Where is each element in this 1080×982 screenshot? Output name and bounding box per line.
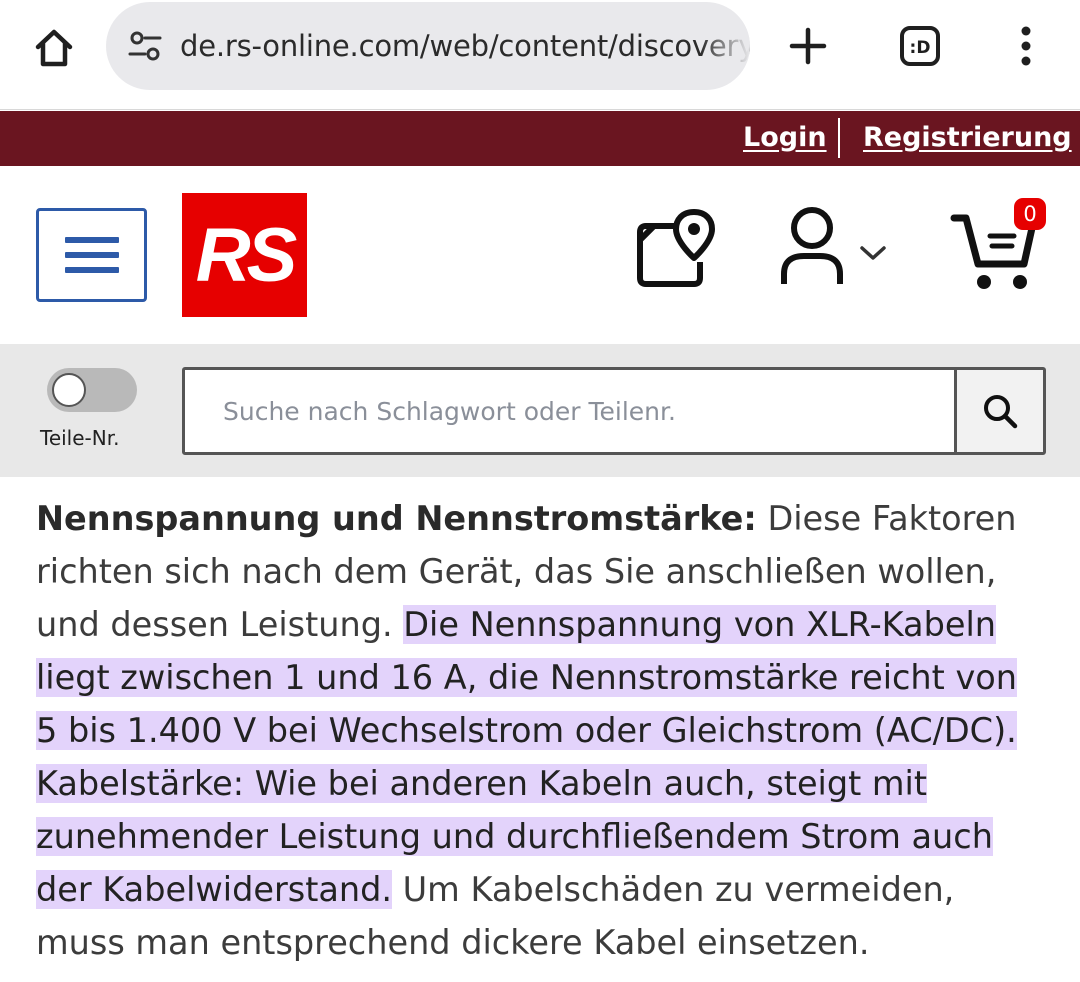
home-icon[interactable]: [24, 18, 84, 78]
user-icon[interactable]: [778, 204, 846, 288]
url-text[interactable]: de.rs-online.com/web/content/discovery-: [180, 29, 750, 63]
more-vert-icon[interactable]: [998, 16, 1054, 76]
topbar-divider: [838, 118, 840, 158]
register-link[interactable]: Registrierung: [863, 122, 1072, 153]
store-locator-icon[interactable]: [632, 206, 722, 296]
hamburger-line: [64, 237, 119, 243]
url-fade: [700, 2, 750, 90]
plus-icon[interactable]: [778, 16, 838, 76]
site-header: RS 0: [0, 166, 1080, 344]
browser-toolbar: de.rs-online.com/web/content/discovery- …: [0, 0, 1080, 110]
account-topbar: Login Registrierung: [0, 111, 1080, 166]
search-input[interactable]: [185, 370, 957, 452]
hamburger-line: [64, 252, 119, 258]
address-bar[interactable]: de.rs-online.com/web/content/discovery-: [106, 2, 750, 90]
part-number-toggle[interactable]: [47, 368, 137, 412]
cart-count-badge: 0: [1014, 198, 1046, 230]
rs-logo[interactable]: RS: [182, 193, 307, 317]
search-section: Teile-Nr.: [0, 344, 1080, 477]
tune-icon[interactable]: [126, 27, 164, 65]
chevron-down-icon[interactable]: [858, 242, 888, 264]
highlighted-text: Die Nennspannung von XLR-Kabeln liegt zw…: [36, 605, 1018, 909]
login-link[interactable]: Login: [743, 122, 827, 153]
hamburger-line: [64, 267, 119, 273]
logo-text: RS: [195, 212, 298, 298]
hamburger-icon[interactable]: [36, 208, 147, 302]
toggle-knob: [52, 373, 86, 407]
search-box: [182, 367, 1046, 455]
tab-count-label: :D: [910, 38, 931, 58]
search-button[interactable]: [954, 370, 1043, 452]
tab-switcher-icon[interactable]: :D: [890, 16, 950, 76]
toggle-label: Teile-Nr.: [40, 426, 120, 450]
article-heading: Nennspannung und Nennstromstärke:: [36, 499, 757, 538]
article-paragraph: Nennspannung und Nennstromstärke: Diese …: [36, 492, 1046, 969]
search-icon: [984, 395, 1018, 429]
